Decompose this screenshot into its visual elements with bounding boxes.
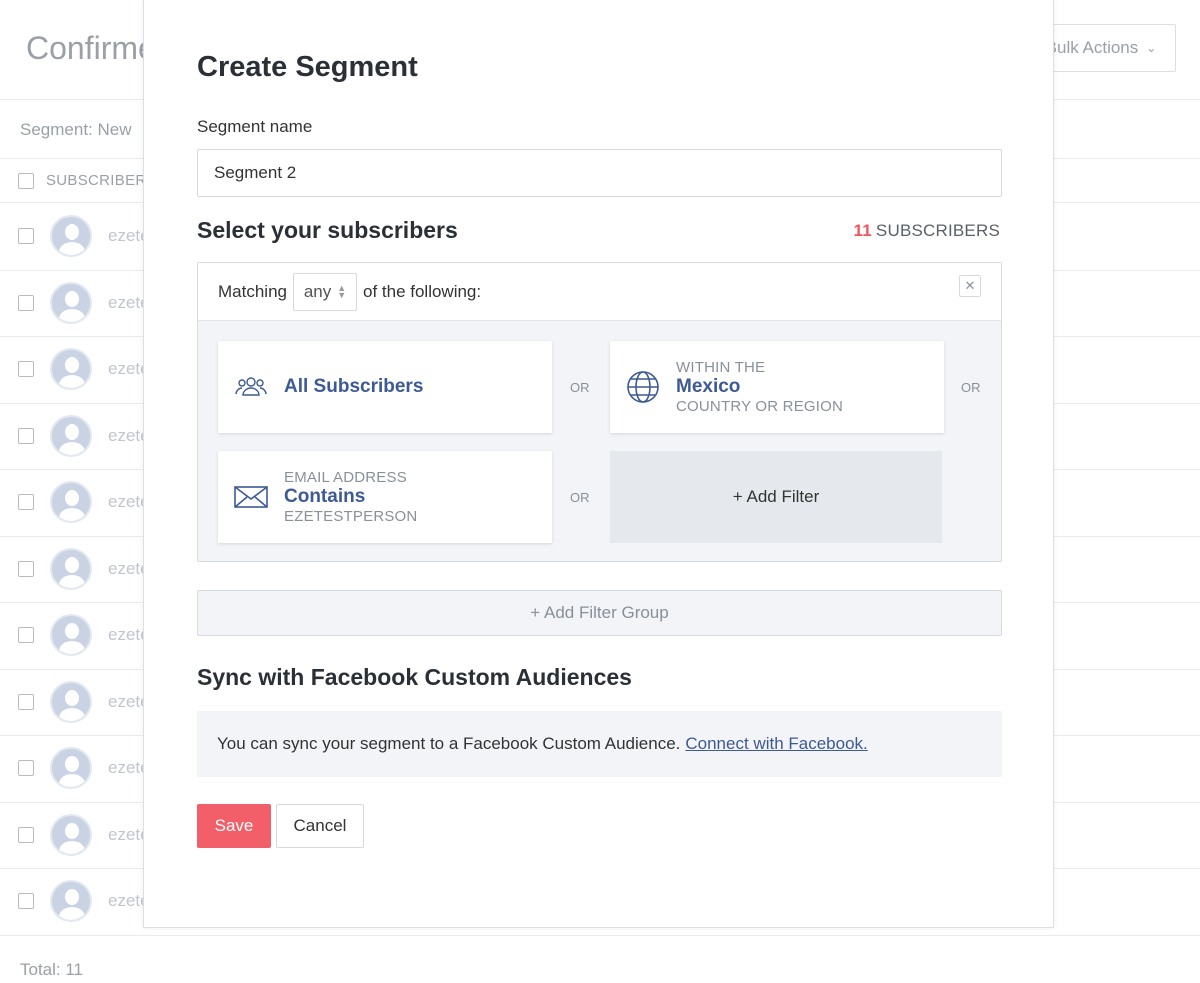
avatar — [50, 614, 92, 656]
segment-name-label: Segment name — [197, 117, 313, 136]
avatar — [50, 747, 92, 789]
avatar — [50, 813, 92, 856]
avatar — [50, 414, 92, 457]
filter-group-header: Matching any ▲ ▼ of the following: ✕ — [198, 263, 1001, 321]
filter-all-label: All Subscribers — [284, 376, 424, 397]
filter-country[interactable]: WITHIN THE Mexico COUNTRY OR REGION — [610, 341, 944, 433]
column-header-subscribers[interactable]: SUBSCRIBERS — [46, 172, 157, 189]
add-filter-button[interactable]: + Add Filter — [610, 451, 942, 543]
close-icon: ✕ — [964, 278, 976, 293]
filter-country-bottom: COUNTRY OR REGION — [676, 398, 844, 415]
filter-group: Matching any ▲ ▼ of the following: ✕ All… — [197, 262, 1002, 562]
save-button[interactable]: Save — [197, 804, 271, 848]
subscriber-count-label: SUBSCRIBERS — [875, 221, 1000, 240]
or-label: OR — [570, 490, 590, 505]
row-checkbox[interactable] — [18, 494, 34, 510]
globe-icon — [626, 370, 660, 404]
matching-prefix: Matching — [218, 281, 287, 301]
row-checkbox[interactable] — [18, 361, 34, 377]
row-checkbox[interactable] — [18, 893, 34, 909]
select-all-checkbox[interactable] — [18, 172, 34, 189]
subscriber-count: 11 SUBSCRIBERS — [854, 221, 1000, 241]
create-segment-modal: Create Segment Segment name Select your … — [143, 0, 1054, 928]
filter-email[interactable]: EMAIL ADDRESS Contains EZETESTPERSON — [218, 451, 552, 543]
avatar — [50, 481, 92, 523]
filter-email-value: EZETESTPERSON — [284, 508, 418, 525]
select-arrows-icon: ▲ ▼ — [337, 282, 347, 300]
select-subscribers-heading: Select your subscribers — [197, 217, 458, 243]
filter-all-subscribers[interactable]: All Subscribers — [218, 341, 552, 433]
or-label: OR — [961, 380, 981, 395]
row-checkbox[interactable] — [18, 627, 34, 643]
avatar — [50, 281, 92, 324]
avatar — [50, 880, 92, 922]
matching-select[interactable]: any ▲ ▼ — [292, 272, 357, 311]
row-checkbox[interactable] — [18, 760, 34, 776]
row-checkbox[interactable] — [18, 294, 34, 311]
avatar — [50, 547, 92, 590]
filter-email-top: EMAIL ADDRESS — [284, 469, 407, 486]
avatar — [50, 215, 92, 257]
row-checkbox[interactable] — [18, 560, 34, 577]
total-count: Total: 11 — [20, 960, 84, 979]
row-checkbox[interactable] — [18, 693, 34, 710]
chevron-down-icon: ⌄ — [1146, 41, 1157, 55]
divider — [0, 934, 1200, 936]
row-checkbox[interactable] — [18, 826, 34, 843]
row-checkbox[interactable] — [18, 228, 34, 244]
filter-email-operator: Contains — [284, 486, 366, 507]
bulk-actions-label: Bulk Actions — [1045, 38, 1139, 57]
remove-filter-group-button[interactable]: ✕ — [959, 275, 981, 297]
connect-facebook-link[interactable]: Connect with Facebook. — [685, 734, 867, 754]
avatar — [50, 348, 92, 390]
envelope-icon — [234, 480, 268, 514]
facebook-sync-heading: Sync with Facebook Custom Audiences — [197, 664, 632, 690]
segment-filter-label[interactable]: Segment: New — [20, 120, 132, 140]
or-label: OR — [570, 380, 590, 395]
matching-suffix: of the following: — [362, 281, 482, 301]
row-checkbox[interactable] — [18, 427, 34, 444]
modal-title: Create Segment — [197, 51, 418, 83]
people-icon — [234, 370, 268, 404]
subscriber-count-number: 11 — [853, 221, 872, 240]
add-filter-group-button[interactable]: + Add Filter Group — [197, 590, 1002, 636]
facebook-sync-text: You can sync your segment to a Facebook … — [217, 734, 681, 753]
matching-value: any — [303, 281, 332, 301]
facebook-sync-box: You can sync your segment to a Facebook … — [197, 711, 1002, 777]
avatar — [50, 680, 92, 723]
table-header: SUBSCRIBERS — [18, 172, 157, 189]
segment-name-input[interactable] — [197, 149, 1002, 197]
filter-country-top: WITHIN THE — [676, 359, 766, 376]
cancel-button[interactable]: Cancel — [276, 804, 364, 848]
filter-country-value: Mexico — [676, 376, 741, 397]
